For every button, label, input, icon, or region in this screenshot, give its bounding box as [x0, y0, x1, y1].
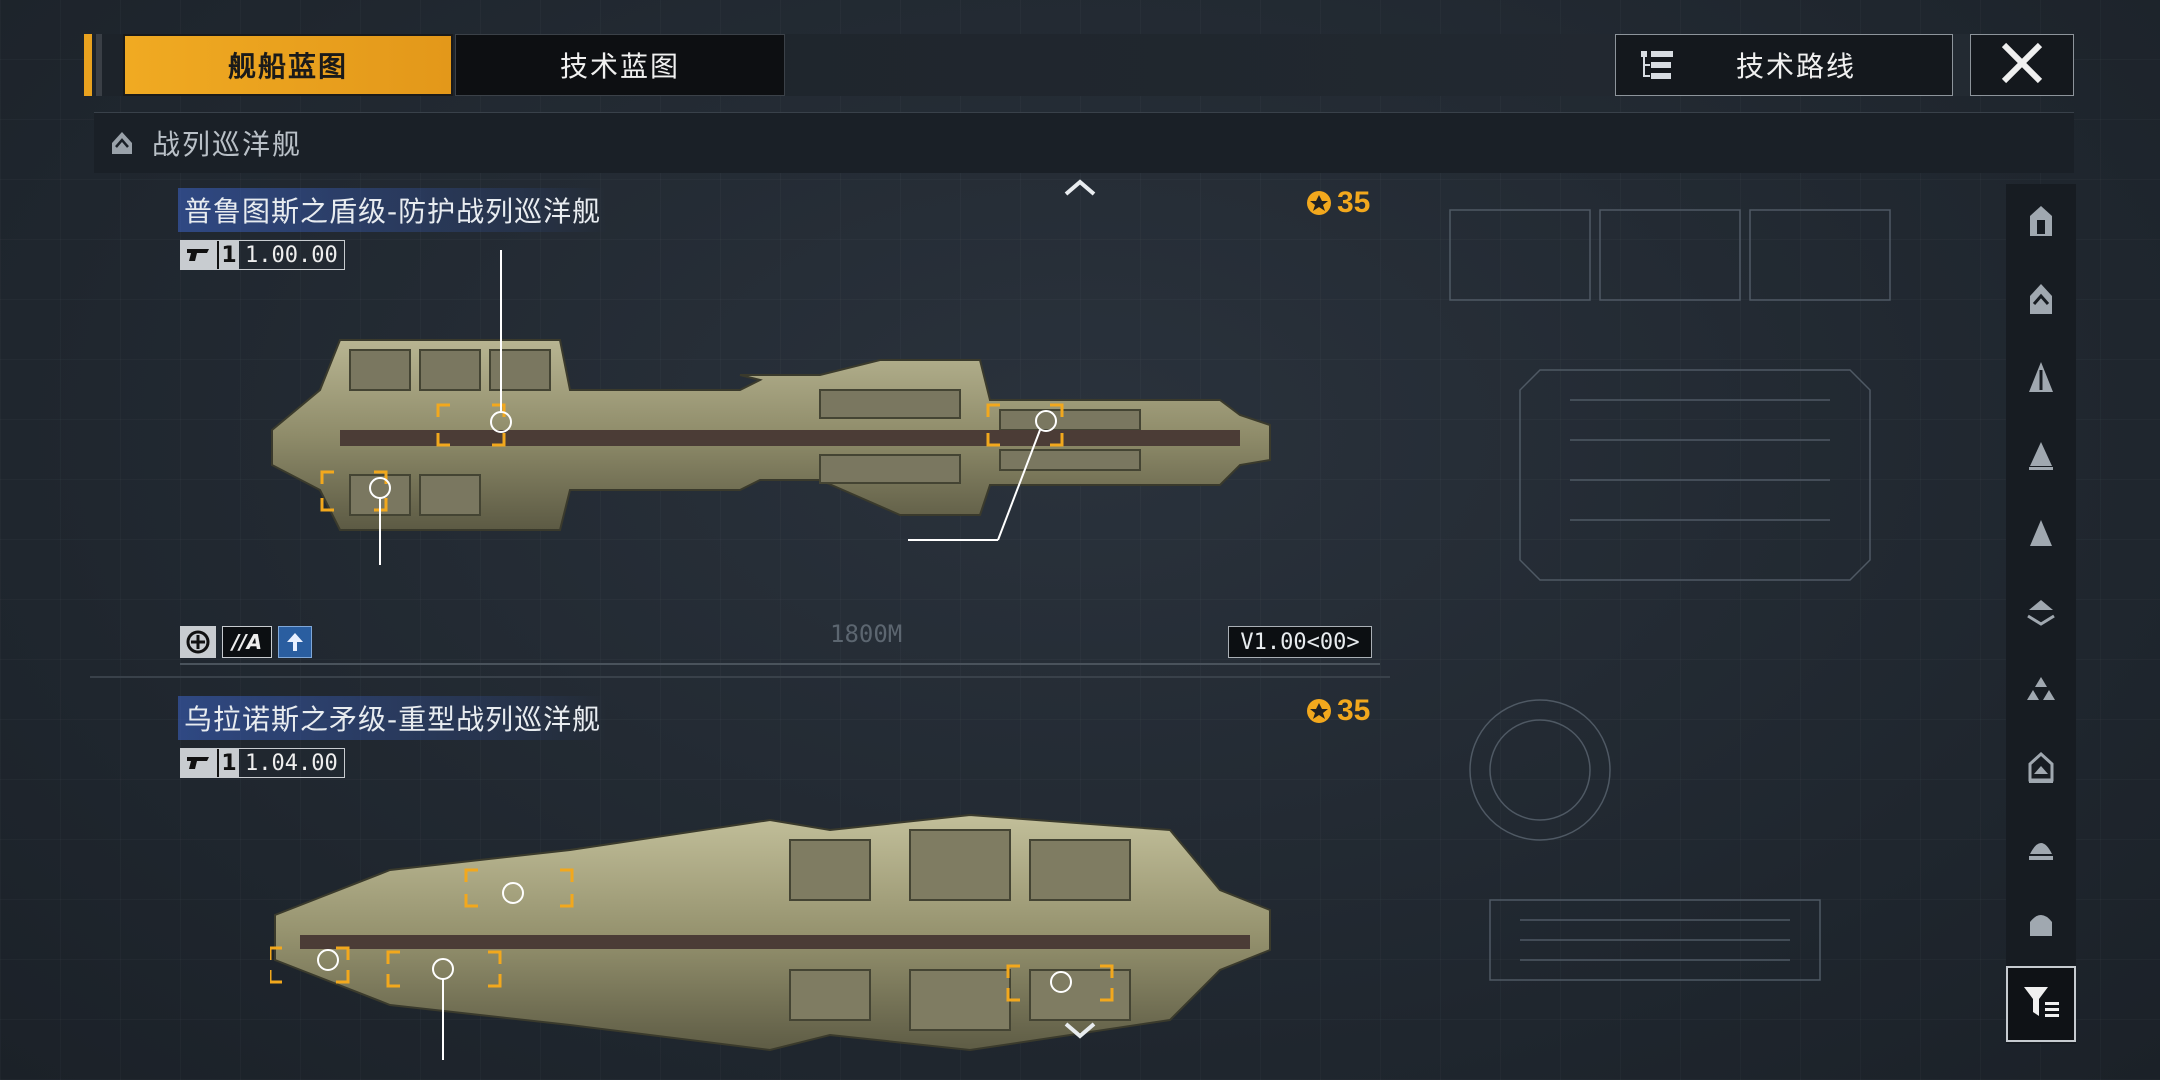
- filter-icon: [2021, 982, 2061, 1026]
- frigate-icon: [2026, 204, 2056, 242]
- tech-roadmap-button[interactable]: 技术路线: [1615, 34, 1953, 96]
- ship-model-image[interactable]: [260, 240, 1280, 570]
- close-icon: [2000, 41, 2044, 89]
- hull-type-icon: [180, 626, 216, 658]
- battlecruiser-icon: [108, 129, 136, 157]
- battlecruiser-icon: [2026, 438, 2056, 476]
- destroyer-icon: [2026, 282, 2056, 320]
- tab-ship-blueprint[interactable]: 舰船蓝图: [123, 34, 453, 96]
- variant-badge: //A: [222, 626, 272, 658]
- upgrade-arrow-icon[interactable]: [278, 626, 312, 658]
- category-bar: 战列巡洋舰: [94, 112, 2074, 173]
- scroll-down-chevron-icon[interactable]: [1062, 1018, 1098, 1046]
- ship-version-badge: 1 1.04.00: [180, 748, 345, 778]
- sidebar-item-corvette[interactable]: [2006, 734, 2076, 804]
- auxiliary-ship-icon: [2026, 516, 2056, 554]
- sidebar-item-cruiser[interactable]: [2006, 344, 2076, 414]
- cruiser-icon: [2026, 360, 2056, 398]
- sidebar-item-battleship[interactable]: [2006, 812, 2076, 882]
- scroll-up-chevron-icon[interactable]: [1062, 176, 1098, 204]
- carrier-icon: [2025, 596, 2057, 630]
- version-major: 1: [217, 241, 239, 269]
- battleship-icon: [2026, 828, 2056, 866]
- top-bar-accent-secondary: [96, 34, 102, 96]
- version-major: 1: [217, 749, 239, 777]
- ruler-decor: [180, 663, 1380, 665]
- ship-divider: [90, 676, 1390, 678]
- ship-name: 乌拉诺斯之矛级-重型战列巡洋舰: [178, 696, 608, 740]
- tech-roadmap-label: 技术路线: [1735, 50, 1856, 83]
- flagship-icon: [2026, 906, 2056, 944]
- tree-list-icon: [1634, 45, 1680, 85]
- ship-cost: 35: [1305, 694, 1370, 728]
- filter-button[interactable]: [2006, 966, 2076, 1042]
- version-number: 1.04.00: [245, 750, 338, 776]
- command-point-icon: [1305, 697, 1333, 725]
- brand-logo-icon: [181, 749, 217, 777]
- ship-model-image[interactable]: [270, 810, 1280, 1070]
- sidebar-item-carrier[interactable]: [2006, 578, 2076, 648]
- corvette-icon: [2026, 750, 2056, 788]
- cost-value: 35: [1337, 186, 1371, 219]
- tab-tech-blueprint-label: 技术蓝图: [559, 50, 680, 83]
- sidebar-item-frigate[interactable]: [2006, 188, 2076, 258]
- ship-length-label: 1800M: [830, 620, 903, 648]
- tab-ship-blueprint-label: 舰船蓝图: [227, 50, 348, 83]
- close-button[interactable]: [1970, 34, 2074, 96]
- model-version-label: V1.00<00>: [1228, 626, 1372, 658]
- sidebar-item-auxiliary[interactable]: [2006, 500, 2076, 570]
- ship-name: 普鲁图斯之盾级-防护战列巡洋舰: [178, 188, 608, 232]
- ship-cost: 35: [1305, 186, 1370, 220]
- command-point-icon: [1305, 189, 1333, 217]
- category-title: 战列巡洋舰: [152, 128, 303, 161]
- cost-value: 35: [1337, 694, 1371, 727]
- tech-schematic-decor: [1449, 209, 1891, 981]
- sidebar-item-fighter-group[interactable]: [2006, 656, 2076, 726]
- ship-stats-row: //A: [180, 626, 312, 658]
- fighter-group-icon: [2025, 674, 2057, 708]
- sidebar-item-battlecruiser[interactable]: [2006, 422, 2076, 492]
- top-bar-accent: [84, 34, 92, 96]
- sidebar-item-flagship[interactable]: [2006, 890, 2076, 960]
- tab-tech-blueprint[interactable]: 技术蓝图: [455, 34, 785, 96]
- sidebar-item-destroyer[interactable]: [2006, 266, 2076, 336]
- brand-logo-icon: [181, 241, 217, 269]
